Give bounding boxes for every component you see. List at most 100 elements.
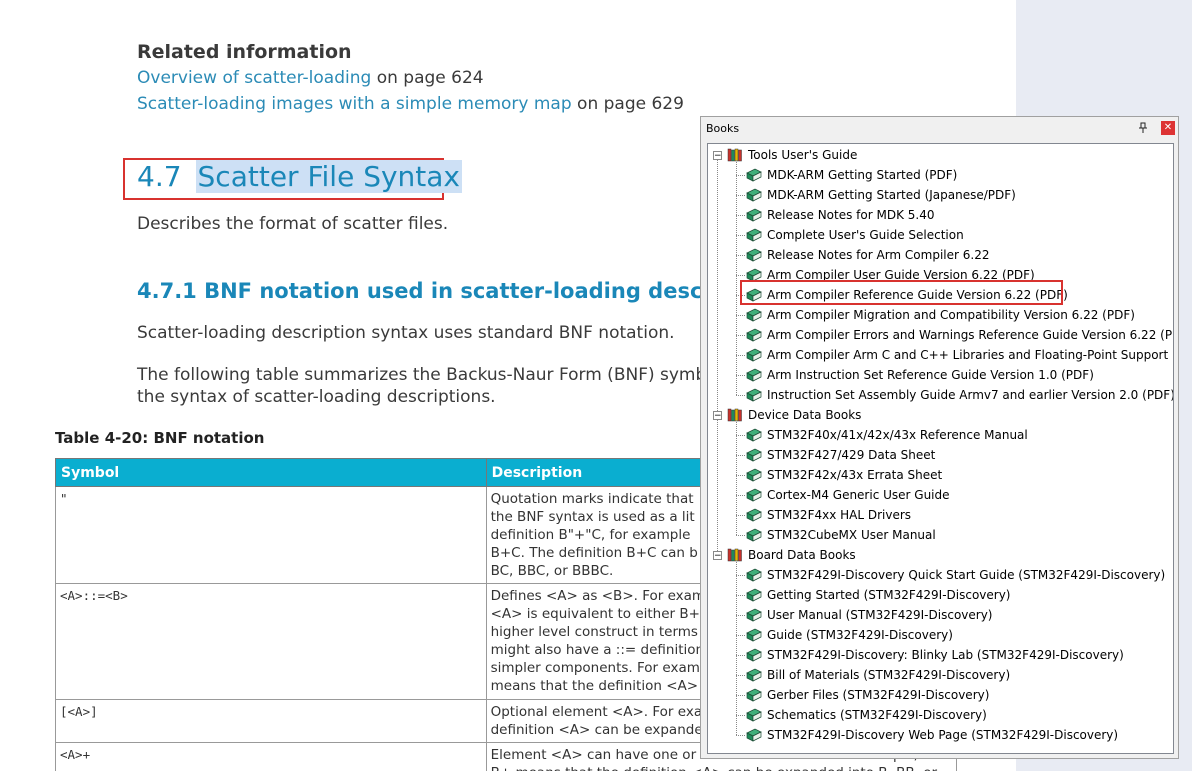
related-information-heading: Related information: [137, 41, 352, 63]
tree-connector-line: [736, 560, 737, 735]
book-icon: [746, 448, 762, 462]
book-icon: [746, 628, 762, 642]
book-icon: [746, 668, 762, 682]
tree-item[interactable]: STM32F42x/43x Errata Sheet: [708, 465, 1173, 485]
book-icon: [746, 308, 762, 322]
tree-item[interactable]: Complete User's Guide Selection: [708, 225, 1173, 245]
tree-item-label: Instruction Set Assembly Guide Armv7 and…: [767, 388, 1174, 402]
tree-group-label: Device Data Books: [748, 408, 862, 422]
book-icon: [746, 468, 762, 482]
close-icon[interactable]: ✕: [1161, 121, 1175, 135]
tree-item-label: Arm Instruction Set Reference Guide Vers…: [767, 368, 1094, 382]
tree-connector-line: [736, 315, 745, 316]
tree-item[interactable]: Arm Instruction Set Reference Guide Vers…: [708, 365, 1173, 385]
books-panel-title: Books: [706, 122, 740, 135]
book-stack-icon: [727, 148, 743, 162]
tree-connector-line: [736, 615, 745, 616]
tree-item[interactable]: STM32F429I-Discovery Quick Start Guide (…: [708, 565, 1173, 585]
collapse-icon[interactable]: −: [713, 551, 722, 561]
book-stack-icon: [727, 408, 743, 422]
tree-connector-line: [736, 535, 745, 536]
tree-item-label: User Manual (STM32F429I-Discovery): [767, 608, 993, 622]
tree-connector-line: [736, 655, 745, 656]
tree-item-label: STM32F429I-Discovery Quick Start Guide (…: [767, 568, 1166, 582]
subsection-paragraph: the syntax of scatter-loading descriptio…: [137, 387, 496, 407]
related-link-line: Scatter-loading images with a simple mem…: [137, 94, 684, 114]
tree-item[interactable]: Instruction Set Assembly Guide Armv7 and…: [708, 385, 1174, 405]
table-caption: Table 4-20: BNF notation: [55, 429, 265, 447]
tree-item-label: STM32F429I-Discovery: Blinky Lab (STM32F…: [767, 648, 1124, 662]
tree-connector-line: [736, 455, 745, 456]
book-icon: [746, 688, 762, 702]
tree-item[interactable]: STM32F429I-Discovery: Blinky Lab (STM32F…: [708, 645, 1173, 665]
tree-item-label: Arm Compiler Arm C and C++ Libraries and…: [767, 348, 1174, 362]
tree-item-label: STM32F427/429 Data Sheet: [767, 448, 936, 462]
tree-item[interactable]: Arm Compiler Arm C and C++ Libraries and…: [708, 345, 1174, 365]
book-icon: [746, 348, 762, 362]
tree-group-tools-user-s-guide[interactable]: − Tools User's Guide: [708, 145, 1168, 165]
book-icon: [746, 388, 762, 402]
pin-icon[interactable]: [1138, 122, 1148, 134]
table-header-symbol: Symbol: [55, 458, 487, 487]
book-icon: [746, 248, 762, 262]
subsection-paragraph: Scatter-loading description syntax uses …: [137, 323, 675, 343]
tree-item[interactable]: Gerber Files (STM32F429I-Discovery): [708, 685, 1173, 705]
tree-item-label: Gerber Files (STM32F429I-Discovery): [767, 688, 990, 702]
tree-connector-line: [736, 420, 737, 535]
tree-item[interactable]: Release Notes for MDK 5.40: [708, 205, 1173, 225]
tree-item[interactable]: STM32F40x/41x/42x/43x Reference Manual: [708, 425, 1173, 445]
tree-item[interactable]: STM32F427/429 Data Sheet: [708, 445, 1173, 465]
collapse-icon[interactable]: −: [713, 151, 722, 161]
tree-group-label: Board Data Books: [748, 548, 856, 562]
tree-group-label: Tools User's Guide: [748, 148, 858, 162]
tree-item[interactable]: Bill of Materials (STM32F429I-Discovery): [708, 665, 1173, 685]
subsection-paragraph: The following table summarizes the Backu…: [137, 365, 754, 385]
books-tree[interactable]: − Tools User's Guide MDK-ARM Getting Start…: [707, 143, 1174, 754]
book-icon: [746, 228, 762, 242]
tree-item[interactable]: STM32CubeMX User Manual: [708, 525, 1173, 545]
tree-item-label: MDK-ARM Getting Started (Japanese/PDF): [767, 188, 1016, 202]
tree-item[interactable]: STM32F429I-Discovery Web Page (STM32F429…: [708, 725, 1173, 745]
tree-item[interactable]: MDK-ARM Getting Started (Japanese/PDF): [708, 185, 1173, 205]
tree-item-label: Release Notes for MDK 5.40: [767, 208, 935, 222]
table-cell-symbol: <A>+: [55, 742, 487, 771]
section-description: Describes the format of scatter files.: [137, 214, 449, 234]
tree-connector-line: [736, 195, 745, 196]
tree-item[interactable]: Release Notes for Arm Compiler 6.22: [708, 245, 1173, 265]
book-icon: [746, 648, 762, 662]
tree-item[interactable]: Arm Compiler Errors and Warnings Referen…: [708, 325, 1173, 345]
tree-item-label: Cortex-M4 Generic User Guide: [767, 488, 950, 502]
tree-group-board-data-books[interactable]: − Board Data Books: [708, 545, 1168, 565]
tree-item-label: Complete User's Guide Selection: [767, 228, 964, 242]
tree-item-label: Arm Compiler Migration and Compatibility…: [767, 308, 1135, 322]
tree-item[interactable]: Schematics (STM32F429I-Discovery): [708, 705, 1173, 725]
tree-connector-line: [736, 375, 745, 376]
tree-item[interactable]: Getting Started (STM32F429I-Discovery): [708, 585, 1173, 605]
tree-connector-line: [736, 575, 745, 576]
tree-item[interactable]: Cortex-M4 Generic User Guide: [708, 485, 1173, 505]
related-link-overview[interactable]: Overview of scatter-loading: [137, 68, 371, 88]
tree-item[interactable]: Arm Compiler Migration and Compatibility…: [708, 305, 1173, 325]
tree-group-device-data-books[interactable]: − Device Data Books: [708, 405, 1168, 425]
tree-connector-line: [717, 160, 718, 411]
tree-item-label: Schematics (STM32F429I-Discovery): [767, 708, 987, 722]
related-link-page: on page 629: [571, 94, 684, 114]
related-link-simple-map[interactable]: Scatter-loading images with a simple mem…: [137, 94, 572, 114]
tree-item-label: STM32F42x/43x Errata Sheet: [767, 468, 943, 482]
tree-connector-line: [736, 355, 745, 356]
tree-connector-line: [736, 335, 745, 336]
tree-item[interactable]: MDK-ARM Getting Started (PDF): [708, 165, 1173, 185]
tree-item[interactable]: User Manual (STM32F429I-Discovery): [708, 605, 1173, 625]
tree-item[interactable]: Guide (STM32F429I-Discovery): [708, 625, 1173, 645]
tree-item[interactable]: STM32F4xx HAL Drivers: [708, 505, 1173, 525]
tree-item-label: STM32F40x/41x/42x/43x Reference Manual: [767, 428, 1028, 442]
tree-item-label: Getting Started (STM32F429I-Discovery): [767, 588, 1011, 602]
books-panel: Books ✕ − Tools User's Guide MDK-ARM Getti…: [700, 116, 1179, 759]
book-icon: [746, 368, 762, 382]
section-title-text[interactable]: Scatter File Syntax: [195, 160, 463, 193]
section-number: 4.7: [137, 160, 182, 193]
collapse-icon[interactable]: −: [713, 411, 722, 421]
table-cell-symbol: ": [55, 486, 487, 584]
tree-item-label: STM32CubeMX User Manual: [767, 528, 936, 542]
book-icon: [746, 588, 762, 602]
